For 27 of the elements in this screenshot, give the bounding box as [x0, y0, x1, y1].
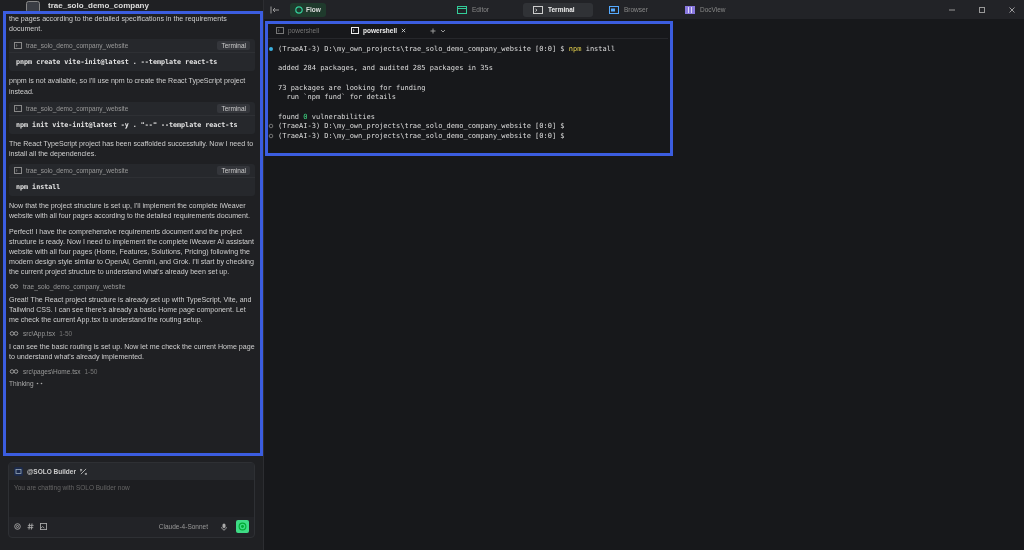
collapse-sidebar-icon[interactable] — [270, 5, 280, 14]
microphone-icon[interactable] — [221, 522, 227, 531]
mention-icon[interactable] — [14, 523, 21, 530]
editor-icon — [457, 5, 467, 14]
link-icon — [9, 331, 19, 337]
add-icon[interactable] — [430, 27, 437, 34]
terminal-icon — [14, 42, 22, 50]
terminal-icon — [533, 5, 543, 14]
shortcut-icon — [79, 468, 87, 475]
terminal-icon — [14, 104, 22, 112]
hash-icon[interactable] — [27, 523, 34, 530]
browser-icon — [609, 5, 619, 14]
link-icon — [9, 283, 19, 289]
terminal-icon — [14, 167, 22, 175]
image-icon[interactable] — [40, 523, 47, 530]
close-icon[interactable] — [1008, 5, 1016, 14]
restore-icon[interactable] — [978, 5, 986, 14]
window-title: trae_solo_demo_company — [48, 1, 149, 10]
document-icon — [685, 5, 695, 14]
terminal-icon — [351, 27, 360, 34]
agent-icon — [14, 467, 23, 476]
send-button[interactable] — [236, 520, 249, 533]
terminal-icon — [276, 27, 284, 34]
dropdown-icon[interactable] — [440, 28, 447, 33]
app-logo-icon — [26, 1, 40, 13]
flow-icon — [295, 5, 303, 14]
link-icon — [9, 368, 19, 374]
